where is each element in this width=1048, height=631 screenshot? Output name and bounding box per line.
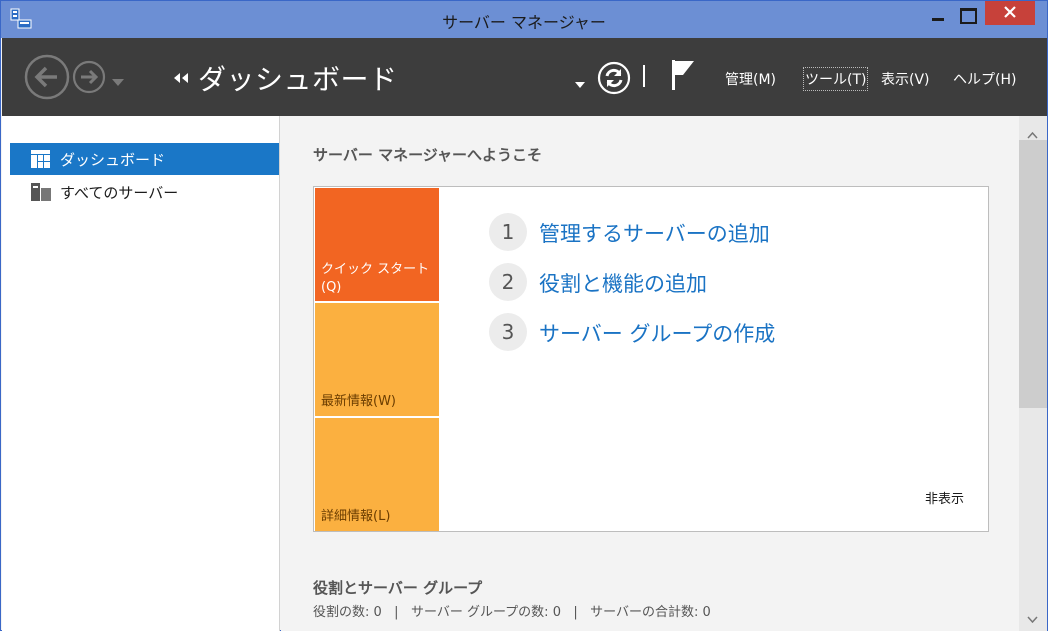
- sidebar-item-label: すべてのサーバー: [60, 184, 179, 202]
- minimize-icon: [932, 18, 944, 21]
- learn-more-label: 詳細情報(L): [321, 509, 391, 524]
- header-bar: ダッシュボード 管理(M) ツール(T) 表示(V) ヘルプ(H): [2, 38, 1047, 116]
- menu-manage[interactable]: 管理(M): [725, 69, 776, 89]
- add-roles-link[interactable]: 役割と機能の追加: [539, 268, 707, 298]
- server-manager-window: サーバー マネージャー ダッシュボード 管理(M) ツール(T) 表示(V) ヘ…: [0, 0, 1048, 631]
- quick-start-panel: クイック スタート (Q) 最新情報(W) 詳細情報(L) 1 管理するサーバー…: [313, 186, 989, 532]
- maximize-button[interactable]: [953, 1, 987, 31]
- notifications-button[interactable]: [671, 58, 695, 96]
- tab-whats-new[interactable]: 最新情報(W): [315, 303, 439, 416]
- back-button[interactable]: [24, 54, 70, 104]
- add-servers-link[interactable]: 管理するサーバーの追加: [539, 218, 770, 248]
- sidebar-item-all-servers[interactable]: すべてのサーバー: [10, 176, 279, 208]
- all-servers-icon: [31, 183, 51, 205]
- title-bar: サーバー マネージャー: [1, 1, 1047, 38]
- forward-button[interactable]: [72, 60, 106, 98]
- scroll-down-button[interactable]: [1027, 608, 1038, 627]
- menu-view[interactable]: 表示(V): [881, 69, 930, 89]
- refresh-icon: [597, 61, 631, 95]
- back-arrow-icon: [24, 54, 70, 100]
- step-number: 2: [489, 263, 527, 301]
- step-number: 3: [489, 313, 527, 351]
- navigation-dropdown[interactable]: [575, 74, 585, 93]
- hide-link[interactable]: 非表示: [925, 488, 964, 507]
- create-group-link[interactable]: サーバー グループの作成: [539, 318, 775, 348]
- chevron-up-icon: [1027, 131, 1038, 139]
- chevron-down-icon: [1027, 616, 1038, 624]
- scroll-thumb[interactable]: [1019, 140, 1047, 408]
- menu-help[interactable]: ヘルプ(H): [953, 69, 1016, 89]
- window-title: サーバー マネージャー: [442, 13, 606, 32]
- dashboard-icon: [31, 150, 50, 172]
- roles-heading: 役割とサーバー グループ: [313, 579, 483, 597]
- sidebar-item-label: ダッシュボード: [60, 151, 166, 169]
- close-icon: [1004, 6, 1016, 18]
- tab-learn-more[interactable]: 詳細情報(L): [315, 418, 439, 531]
- breadcrumb-arrows-icon[interactable]: [173, 69, 189, 88]
- chevron-down-icon: [575, 82, 585, 88]
- welcome-heading: サーバー マネージャーへようこそ: [313, 146, 543, 164]
- vertical-scrollbar[interactable]: [1019, 116, 1047, 631]
- sidebar: ダッシュボード すべてのサーバー: [2, 116, 280, 631]
- minimize-button[interactable]: [919, 1, 953, 31]
- chevron-down-icon: [112, 79, 124, 86]
- toolbar-separator: [643, 65, 645, 87]
- refresh-button[interactable]: [597, 61, 631, 99]
- quick-start-label-line2: (Q): [321, 280, 342, 295]
- sidebar-item-dashboard[interactable]: ダッシュボード: [10, 143, 279, 175]
- menu-tools[interactable]: ツール(T): [802, 67, 869, 91]
- roles-counts: 役割の数: 0 | サーバー グループの数: 0 | サーバーの合計数: 0: [313, 605, 711, 620]
- close-button[interactable]: [985, 1, 1035, 25]
- quick-start-label: クイック スタート (Q): [321, 261, 429, 297]
- page-title: ダッシュボード: [198, 63, 398, 96]
- forward-arrow-icon: [72, 60, 106, 94]
- flag-icon: [672, 60, 694, 90]
- dashboard-content: サーバー マネージャーへようこそ クイック スタート (Q) 最新情報(W) 詳…: [281, 116, 1019, 631]
- tab-quick-start[interactable]: クイック スタート (Q): [315, 188, 439, 301]
- history-dropdown[interactable]: [112, 72, 124, 91]
- quick-start-label-line1: クイック スタート: [321, 262, 430, 277]
- maximize-icon: [960, 8, 977, 24]
- step-number: 1: [489, 213, 527, 251]
- whats-new-label: 最新情報(W): [321, 394, 396, 409]
